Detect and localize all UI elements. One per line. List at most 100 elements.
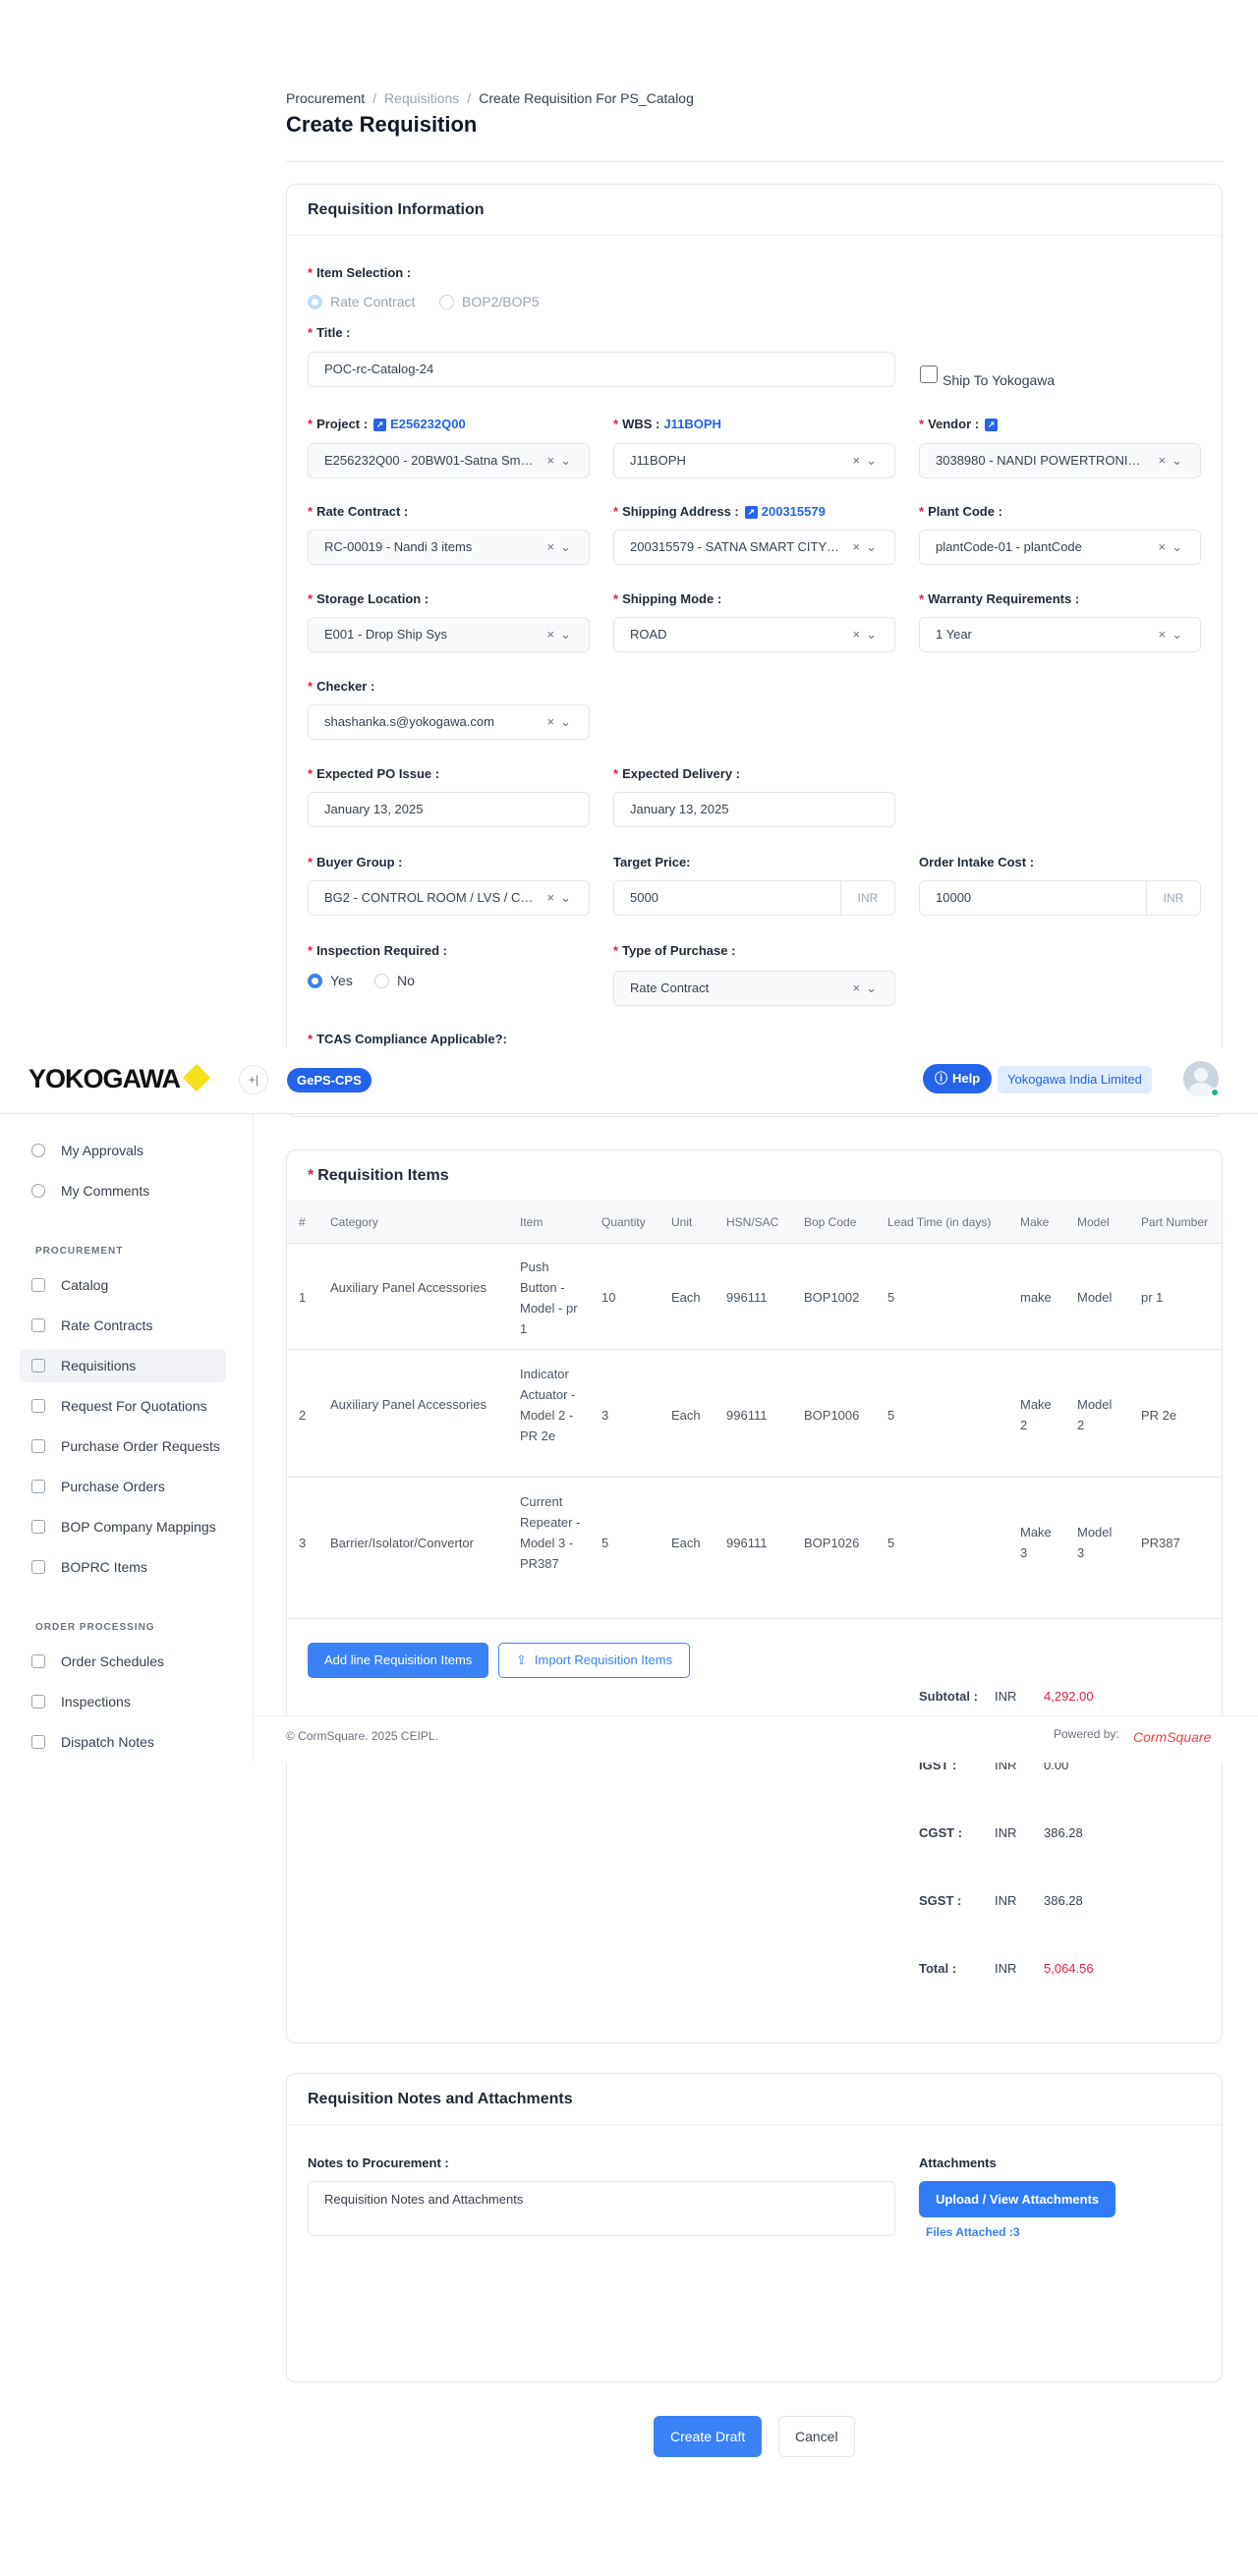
files-attached-link[interactable]: Files Attached :3 xyxy=(926,2225,1020,2239)
table-cell: Auxiliary Panel Accessories xyxy=(330,1397,486,1412)
breadcrumb-procurement[interactable]: Procurement xyxy=(286,90,365,106)
table-cell: 3 xyxy=(299,1536,307,1550)
type-of-purchase-select[interactable]: Rate Contract ×⌄ xyxy=(613,971,895,1006)
clear-chevron-icon[interactable]: ×⌄ xyxy=(853,618,883,651)
table-cell: Each xyxy=(671,1536,701,1550)
upload-icon: ⇪ xyxy=(516,1652,527,1667)
sidebar-item-dispatch-notes[interactable]: Dispatch Notes xyxy=(20,1725,226,1759)
external-link-icon[interactable]: ↗ xyxy=(985,419,999,432)
wbs-select[interactable]: J11BOPH ×⌄ xyxy=(613,443,895,478)
sidebar-item-po-requests[interactable]: Purchase Order Requests xyxy=(20,1429,226,1463)
cancel-button[interactable]: Cancel xyxy=(778,2416,855,2457)
tcas-label: * TCAS Compliance Applicable?: xyxy=(308,1032,507,1046)
po-issue-date-input[interactable]: January 13, 2025 xyxy=(308,792,590,827)
clear-chevron-icon[interactable]: ×⌄ xyxy=(547,618,577,651)
sidebar-item-catalog[interactable]: Catalog xyxy=(20,1268,226,1302)
table-cell: 996111 xyxy=(726,1536,768,1550)
table-cell: BOP1006 xyxy=(804,1408,860,1423)
shipping-mode-label: * Shipping Mode : xyxy=(613,591,722,606)
col-part-number: Part Number xyxy=(1141,1215,1209,1229)
buyer-group-select[interactable]: BG2 - CONTROL ROOM / LVS / CAB.INFRA ×⌄ xyxy=(308,880,590,916)
inspection-yes-radio[interactable]: Yes xyxy=(308,973,353,988)
shipping-mode-select[interactable]: ROAD ×⌄ xyxy=(613,617,895,652)
ship-to-yokogawa-label: Ship To Yokogawa xyxy=(943,372,1056,388)
plant-code-select[interactable]: plantCode-01 - plantCode ×⌄ xyxy=(919,530,1201,565)
breadcrumb-requisitions[interactable]: Requisitions xyxy=(384,90,459,106)
clear-chevron-icon[interactable]: ×⌄ xyxy=(1159,618,1188,651)
help-button[interactable]: ⓘ Help xyxy=(923,1064,993,1093)
radio-rate-contract[interactable]: Rate Contract xyxy=(308,294,415,309)
page-title: Create Requisition xyxy=(286,112,478,137)
sidebar-heading-procurement: PROCUREMENT xyxy=(35,1246,124,1257)
sidebar-item-rate-contracts[interactable]: Rate Contracts xyxy=(20,1309,226,1342)
vendor-select[interactable]: 3038980 - NANDI POWERTRONICS PVT LTD ×⌄ xyxy=(919,443,1201,478)
currency-unit: INR xyxy=(1146,881,1200,915)
external-link-icon[interactable]: ↗ xyxy=(373,419,387,432)
sidebar-item-order-schedules[interactable]: Order Schedules xyxy=(20,1645,226,1678)
storage-location-select[interactable]: E001 - Drop Ship Sys ×⌄ xyxy=(308,617,590,652)
table-cell: Model 2 xyxy=(1077,1397,1113,1432)
shipping-address-select[interactable]: 200315579 - SATNA SMART CITY DEV LTD ×⌄ xyxy=(613,530,895,565)
shipping-address-link[interactable]: 200315579 xyxy=(762,504,826,519)
checker-select[interactable]: shashanka.s@yokogawa.com ×⌄ xyxy=(308,704,590,740)
expected-delivery-date-input[interactable]: January 13, 2025 xyxy=(613,792,895,827)
clear-chevron-icon[interactable]: ×⌄ xyxy=(547,531,577,564)
cormsquare-logo[interactable]: CormSquare xyxy=(1133,1729,1211,1745)
company-badge[interactable]: Yokogawa India Limited xyxy=(998,1066,1152,1093)
project-link[interactable]: E256232Q00 xyxy=(390,417,466,431)
project-select[interactable]: E256232Q00 - 20BW01-Satna Smart City ×⌄ xyxy=(308,443,590,478)
table-cell: BOP1002 xyxy=(804,1290,860,1305)
sidebar-item-my-comments[interactable]: My Comments xyxy=(20,1174,226,1207)
collapse-sidebar-button[interactable]: +| xyxy=(239,1065,268,1094)
table-cell: 5 xyxy=(887,1290,895,1305)
col-item: Item xyxy=(520,1215,543,1229)
sidebar-item-rfq[interactable]: Request For Quotations xyxy=(20,1389,226,1423)
create-draft-button[interactable]: Create Draft xyxy=(654,2416,763,2457)
help-icon: ⓘ xyxy=(935,1071,948,1086)
sidebar-item-purchase-orders[interactable]: Purchase Orders xyxy=(20,1470,226,1503)
sidebar-item-bop-mappings[interactable]: BOP Company Mappings xyxy=(20,1510,226,1543)
breadcrumb-current: Create Requisition For PS_Catalog xyxy=(479,90,694,106)
buyer-group-label: * Buyer Group : xyxy=(308,855,403,869)
clear-chevron-icon[interactable]: ×⌄ xyxy=(547,881,577,915)
ship-to-yokogawa-checkbox[interactable] xyxy=(920,365,938,383)
inspection-label: * Inspection Required : xyxy=(308,943,447,958)
add-line-items-button[interactable]: Add line Requisition Items xyxy=(308,1643,489,1678)
sidebar-item-my-approvals[interactable]: My Approvals xyxy=(20,1134,226,1167)
yokogawa-logo: YOKOGAWA xyxy=(29,1064,181,1093)
notes-textarea[interactable]: Requisition Notes and Attachments xyxy=(308,2181,895,2236)
table-cell: 10 xyxy=(601,1290,616,1305)
clear-chevron-icon[interactable]: ×⌄ xyxy=(853,972,883,1005)
sidebar-item-requisitions[interactable]: Requisitions xyxy=(20,1349,226,1382)
list-icon xyxy=(31,1560,45,1574)
title-input[interactable]: POC-rc-Catalog-24 xyxy=(308,352,895,387)
clear-chevron-icon[interactable]: ×⌄ xyxy=(547,705,577,739)
table-cell: Make 3 xyxy=(1020,1525,1052,1560)
sidebar-item-boprc-items[interactable]: BOPRC Items xyxy=(20,1550,226,1584)
rate-contract-select[interactable]: RC-00019 - Nandi 3 items ×⌄ xyxy=(308,530,590,565)
col-lead-time: Lead Time (in days) xyxy=(887,1215,992,1229)
copyright: © CormSquare. 2025 CEIPL. xyxy=(286,1729,438,1743)
target-price-input[interactable]: 5000 INR xyxy=(613,880,895,916)
clear-chevron-icon[interactable]: ×⌄ xyxy=(853,444,883,477)
order-intake-input[interactable]: 10000 INR xyxy=(919,880,1201,916)
table-cell: BOP1026 xyxy=(804,1536,860,1550)
warranty-select[interactable]: 1 Year ×⌄ xyxy=(919,617,1201,652)
po-issue-label: * Expected PO Issue : xyxy=(308,766,440,781)
clear-chevron-icon[interactable]: ×⌄ xyxy=(547,444,577,477)
sidebar-item-inspections[interactable]: Inspections xyxy=(20,1685,226,1718)
radio-dot xyxy=(439,294,454,309)
inspection-no-radio[interactable]: No xyxy=(374,973,415,988)
import-items-button[interactable]: ⇪ Import Requisition Items xyxy=(498,1643,691,1678)
clear-chevron-icon[interactable]: ×⌄ xyxy=(1159,531,1188,564)
table-cell: 3 xyxy=(601,1408,609,1423)
wbs-link[interactable]: J11BOPH xyxy=(663,417,721,431)
check-icon xyxy=(31,1695,45,1708)
clear-chevron-icon[interactable]: ×⌄ xyxy=(853,531,883,564)
external-link-icon[interactable]: ↗ xyxy=(744,506,758,520)
comment-icon xyxy=(31,1184,45,1198)
project-label: * Project : ↗ E256232Q00 xyxy=(308,417,466,432)
clear-chevron-icon[interactable]: ×⌄ xyxy=(1159,444,1188,477)
upload-attachments-button[interactable]: Upload / View Attachments xyxy=(919,2181,1116,2217)
radio-bop[interactable]: BOP2/BOP5 xyxy=(439,294,540,309)
